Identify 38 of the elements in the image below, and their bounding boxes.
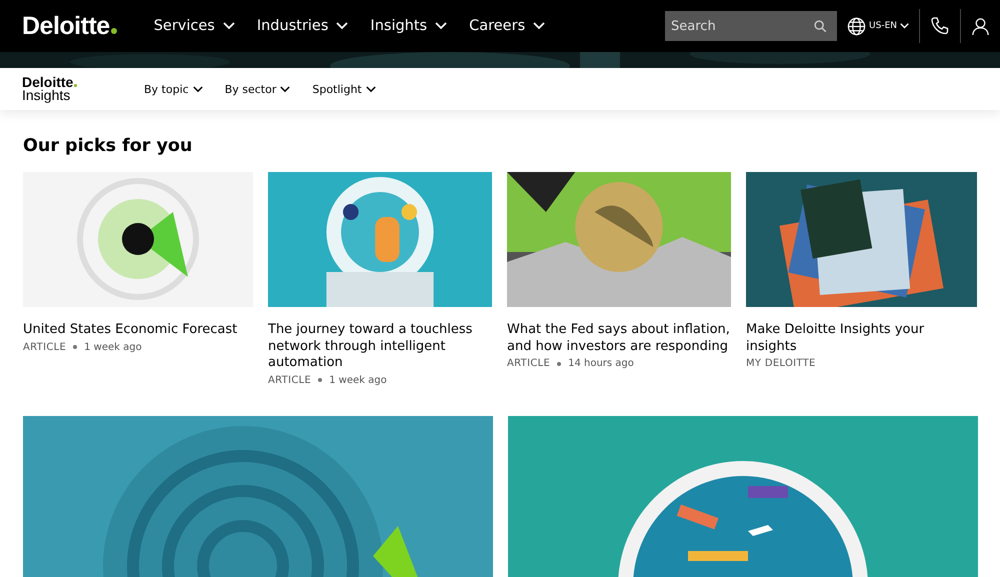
chevron-icon xyxy=(280,86,290,92)
bullet-icon xyxy=(318,378,322,382)
subnav-link[interactable]: By topic xyxy=(144,82,203,96)
deloitte-logo[interactable]: Deloitte xyxy=(22,12,117,40)
content-type: ARTICLE xyxy=(507,358,550,369)
nav-link[interactable]: Industries xyxy=(256,18,348,34)
chevron-icon xyxy=(533,22,546,30)
card-title[interactable]: Make Deloitte Insights your insights xyxy=(746,322,977,355)
timestamp: 1 week ago xyxy=(329,374,387,386)
chevron-icon xyxy=(336,22,348,30)
nav-link[interactable]: Careers xyxy=(469,18,546,34)
subnav-link[interactable]: By sector xyxy=(224,82,290,96)
globe-icon xyxy=(847,16,866,36)
timestamp: 14 hours ago xyxy=(568,358,634,369)
chevron-icon xyxy=(192,86,203,92)
content-type: ARTICLE xyxy=(23,342,66,352)
nav-link[interactable]: Insights xyxy=(370,18,448,34)
bullet-icon xyxy=(73,345,78,349)
card-title[interactable]: What the Fed says about inflation, and how investors are responding xyxy=(507,322,731,355)
chevron-icon xyxy=(366,86,376,92)
search-icon xyxy=(814,20,828,33)
bullet-icon xyxy=(557,362,562,366)
card-title[interactable]: The journey toward a touchless network through intelligent automation xyxy=(268,322,492,372)
chevron-icon xyxy=(222,22,235,30)
content-type: ARTICLE xyxy=(268,374,312,386)
section-heading: Our picks for you xyxy=(23,136,194,156)
timestamp: 1 week ago xyxy=(84,342,142,352)
chevron-icon xyxy=(900,23,909,29)
chevron-icon xyxy=(435,22,448,30)
locale-selector[interactable]: US-EN xyxy=(847,16,909,36)
user-icon[interactable] xyxy=(971,16,990,36)
search-field[interactable]: Search xyxy=(665,11,838,41)
subnav-link[interactable]: Spotlight xyxy=(312,82,376,96)
phone-icon[interactable] xyxy=(930,16,950,36)
insights-logo[interactable]: Deloitte Insights xyxy=(22,76,122,102)
nav-link[interactable]: Services xyxy=(154,18,235,34)
content-type: MY DELOITTE xyxy=(746,358,816,369)
card-title[interactable]: United States Economic Forecast xyxy=(23,322,253,338)
